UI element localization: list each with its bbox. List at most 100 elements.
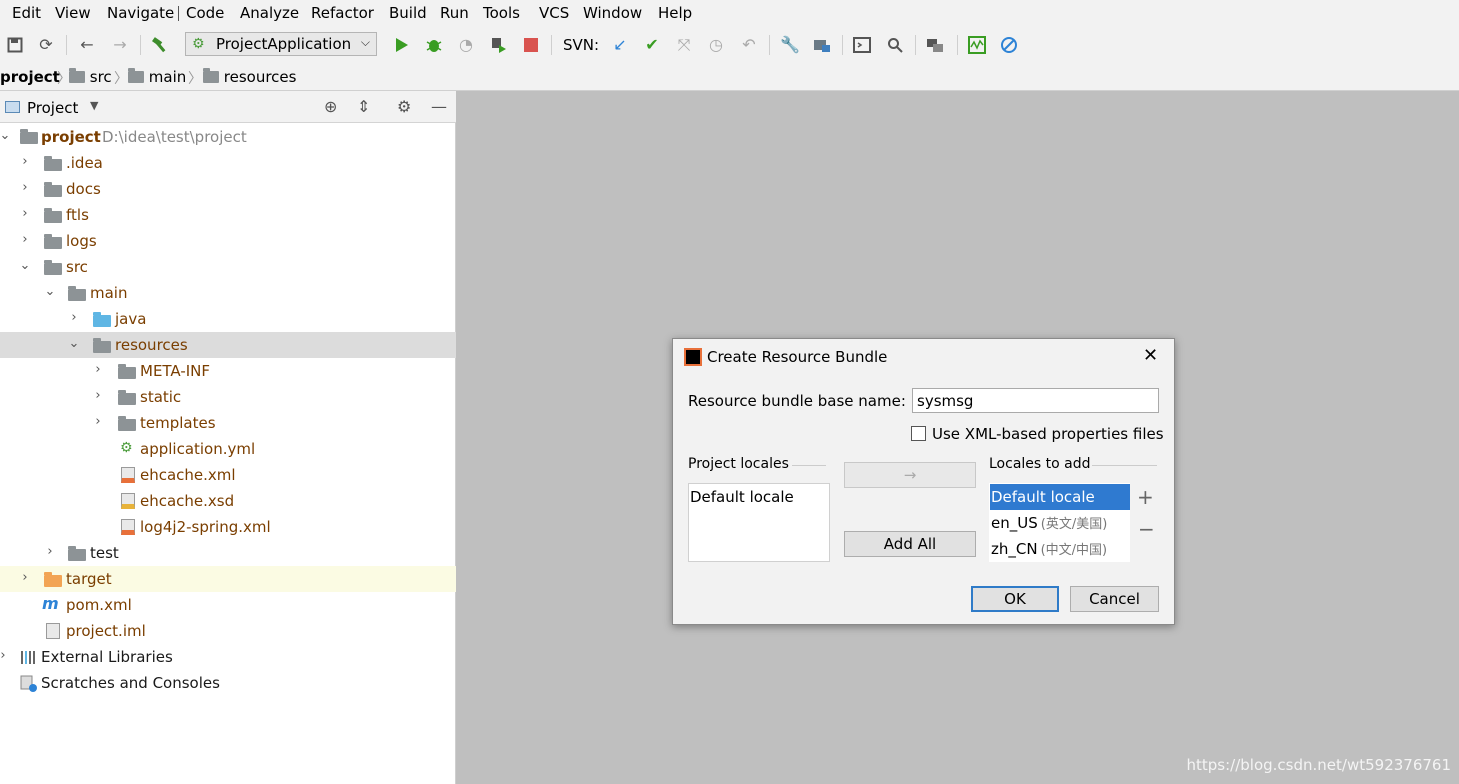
- ok-button[interactable]: OK: [971, 586, 1059, 612]
- breadcrumb-src[interactable]: src: [69, 68, 112, 86]
- tree-row-ehcache-xsd[interactable]: ehcache.xsd: [0, 488, 456, 514]
- forward-icon[interactable]: →: [109, 34, 131, 56]
- tree-row-meta-inf[interactable]: › META-INF: [0, 358, 456, 384]
- collapse-all-icon[interactable]: ⇕: [357, 97, 370, 116]
- locales-to-add-list[interactable]: Default locale en_US (英文/美国) zh_CN (中文/中国): [989, 483, 1130, 562]
- tree-label: External Libraries: [41, 648, 173, 666]
- tree-row-templates[interactable]: › templates: [0, 410, 456, 436]
- revert-icon[interactable]: ↶: [738, 34, 760, 56]
- tree-label: resources: [115, 336, 188, 354]
- settings-wrench-icon[interactable]: 🔧: [779, 34, 801, 56]
- gear-icon[interactable]: ⚙: [397, 97, 411, 116]
- menu-analyze[interactable]: Analyze: [240, 4, 299, 22]
- svn-update-icon[interactable]: ↙: [609, 34, 631, 56]
- tree-row-application-yml[interactable]: ⚙ application.yml: [0, 436, 456, 462]
- menu-help[interactable]: Help: [658, 4, 692, 22]
- search-icon[interactable]: [884, 34, 906, 56]
- tree-row-ehcache-xml[interactable]: ehcache.xml: [0, 462, 456, 488]
- menu-tools[interactable]: Tools: [483, 4, 520, 22]
- locale-code: zh_CN: [991, 540, 1038, 558]
- base-name-input[interactable]: [912, 388, 1159, 413]
- monitor-icon[interactable]: [966, 34, 988, 56]
- run-icon[interactable]: [391, 34, 413, 56]
- close-icon[interactable]: ✕: [1143, 345, 1158, 366]
- list-item-selected[interactable]: Default locale: [990, 484, 1130, 510]
- breadcrumb-main[interactable]: main: [128, 68, 186, 86]
- menu-build[interactable]: Build: [389, 4, 427, 22]
- svn-commit-icon[interactable]: ✔: [641, 34, 663, 56]
- xml-properties-checkbox[interactable]: [911, 426, 926, 441]
- tree-row-static[interactable]: › static: [0, 384, 456, 410]
- menu-navigate[interactable]: Navigate: [107, 4, 174, 22]
- tree-row-target[interactable]: › target: [0, 566, 456, 592]
- list-item[interactable]: Default locale: [689, 484, 794, 510]
- tree-row-test[interactable]: › test: [0, 540, 456, 566]
- menu-edit[interactable]: Edit: [12, 4, 41, 22]
- terminal-icon[interactable]: [851, 34, 873, 56]
- profile-icon[interactable]: [487, 34, 509, 56]
- toolbar-divider: [769, 35, 770, 55]
- cancel-button[interactable]: Cancel: [1070, 586, 1159, 612]
- tree-row-external-libraries[interactable]: › External Libraries: [0, 644, 456, 670]
- sync-icon[interactable]: ⟳: [35, 34, 57, 56]
- chevron-down-icon[interactable]: ▼: [90, 99, 98, 112]
- tree-label: log4j2-spring.xml: [140, 518, 271, 536]
- add-all-button[interactable]: Add All: [844, 531, 976, 557]
- save-icon[interactable]: [4, 34, 26, 56]
- project-structure-icon[interactable]: [811, 34, 833, 56]
- maven-icon: m: [42, 594, 59, 613]
- folder-icon: [44, 260, 62, 279]
- package-folder-icon: [118, 416, 136, 435]
- breadcrumb-resources[interactable]: resources: [203, 68, 296, 86]
- remove-locale-minus-icon[interactable]: −: [1138, 517, 1155, 541]
- hide-panel-icon[interactable]: —: [431, 97, 447, 116]
- menu-code[interactable]: Code: [186, 4, 224, 22]
- xml-checkbox-label[interactable]: Use XML-based properties files: [932, 425, 1164, 443]
- tree-label: java: [115, 310, 147, 328]
- group-separator: [1092, 465, 1157, 466]
- stop-icon[interactable]: [520, 34, 542, 56]
- breadcrumb-project[interactable]: project: [0, 68, 60, 86]
- chevron-right-icon: ›: [0, 648, 6, 663]
- run-coverage-icon[interactable]: ◔: [455, 34, 477, 56]
- tree-row-project-iml[interactable]: project.iml: [0, 618, 456, 644]
- back-icon[interactable]: ←: [76, 34, 98, 56]
- tree-label: main: [90, 284, 128, 302]
- tree-row-resources[interactable]: ⌄ resources: [0, 332, 456, 358]
- project-locales-label: Project locales: [688, 456, 789, 472]
- debug-icon[interactable]: [423, 34, 445, 56]
- list-item[interactable]: zh_CN (中文/中国): [990, 536, 1107, 562]
- menu-vcs[interactable]: VCS: [539, 4, 569, 22]
- list-item[interactable]: en_US (英文/美国): [990, 510, 1107, 536]
- tree-row-docs[interactable]: › docs: [0, 176, 456, 202]
- iml-file-icon: [46, 623, 60, 643]
- tree-row-log4j2-spring-xml[interactable]: log4j2-spring.xml: [0, 514, 456, 540]
- menu-refactor[interactable]: Refactor: [311, 4, 374, 22]
- project-locales-list[interactable]: Default locale: [688, 483, 830, 562]
- database-icon[interactable]: [924, 34, 946, 56]
- locate-target-icon[interactable]: ⊕: [324, 97, 337, 116]
- project-panel-title[interactable]: Project: [27, 99, 78, 117]
- build-hammer-icon[interactable]: [149, 34, 171, 56]
- disable-icon[interactable]: [998, 34, 1020, 56]
- tree-row-scratches[interactable]: Scratches and Consoles: [0, 670, 456, 696]
- chevron-down-icon: ⌄: [0, 128, 11, 143]
- tree-row-main[interactable]: ⌄ main: [0, 280, 456, 306]
- tree-row-src[interactable]: ⌄ src: [0, 254, 456, 280]
- chevron-down-icon: ⌄: [68, 336, 80, 351]
- tree-row-logs[interactable]: › logs: [0, 228, 456, 254]
- svn-compare-icon[interactable]: ⤧: [673, 34, 695, 56]
- tree-row-ftls[interactable]: › ftls: [0, 202, 456, 228]
- menu-view[interactable]: View: [55, 4, 91, 22]
- menu-run[interactable]: Run: [440, 4, 469, 22]
- tree-row-project[interactable]: ⌄ project D:\idea\test\project: [0, 124, 456, 150]
- run-configuration-select[interactable]: ⚙ ProjectApplication ⌵: [185, 32, 377, 56]
- move-locale-arrow-button[interactable]: →: [844, 462, 976, 488]
- tree-row-java[interactable]: › java: [0, 306, 456, 332]
- tree-row-idea[interactable]: › .idea: [0, 150, 456, 176]
- history-icon[interactable]: ◷: [705, 34, 727, 56]
- add-locale-plus-icon[interactable]: +: [1137, 485, 1154, 509]
- spring-config-file-icon: ⚙: [120, 440, 133, 456]
- tree-row-pom-xml[interactable]: m pom.xml: [0, 592, 456, 618]
- menu-window[interactable]: Window: [583, 4, 642, 22]
